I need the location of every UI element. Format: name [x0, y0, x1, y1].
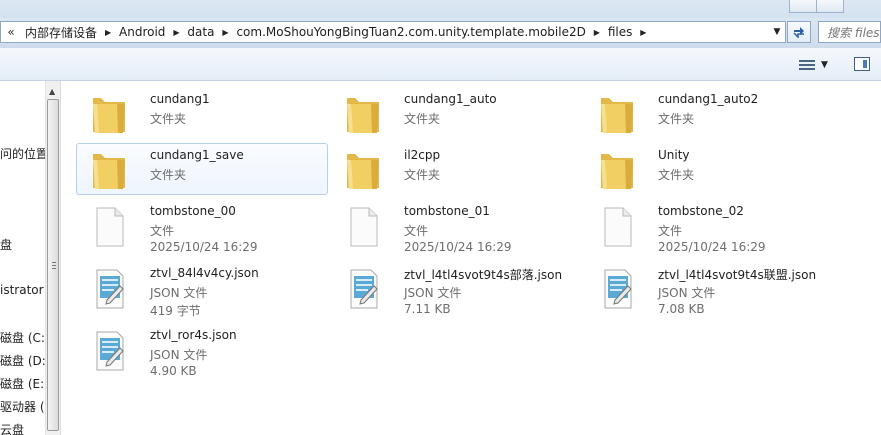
file-type: 文件: [150, 224, 175, 238]
history-chevron-icon[interactable]: «: [1, 25, 21, 39]
file-meta: 7.08 KB: [658, 302, 705, 316]
file-name: tombstone_01: [404, 204, 490, 218]
file-list: cundang1 文件夹 cundang1_auto 文件夹 cundang1_auto…: [61, 81, 881, 435]
file-item[interactable]: Unity 文件夹: [584, 143, 836, 195]
breadcrumb-item[interactable]: com.MoShouYongBingTuan2.com.unity.templa…: [232, 25, 589, 39]
file-item[interactable]: tombstone_00 文件 2025/10/24 16:29: [76, 199, 328, 261]
file-item[interactable]: cundang1_auto 文件夹: [330, 87, 582, 139]
preview-pane-button[interactable]: [854, 57, 870, 71]
blank-file-icon: [595, 204, 639, 248]
json-file-icon: [87, 328, 131, 372]
file-name: cundang1_save: [150, 148, 244, 162]
folder-icon: [87, 92, 131, 136]
file-item[interactable]: ztvl_l4tl4svot9t4s部落.json JSON 文件 7.11 KB: [330, 261, 582, 323]
file-item[interactable]: tombstone_01 文件 2025/10/24 16:29: [330, 199, 582, 261]
breadcrumb-arrow-icon[interactable]: ▶: [636, 28, 650, 37]
file-type: 文件: [658, 224, 683, 238]
file-name: ztvl_l4tl4svot9t4s部落.json: [404, 268, 563, 282]
file-item[interactable]: il2cpp 文件夹: [330, 143, 582, 195]
breadcrumb-item[interactable]: 内部存储设备: [21, 24, 101, 41]
file-type: JSON 文件: [404, 286, 462, 300]
json-file-icon: [341, 266, 385, 310]
blank-file-icon: [341, 204, 385, 248]
file-meta: 2025/10/24 16:29: [150, 240, 258, 254]
address-bar-row: « 内部存储设备 ▶ Android ▶ data ▶ com.MoShouYo…: [0, 18, 881, 48]
file-type: 文件夹: [658, 168, 695, 182]
nav-scrollbar[interactable]: ▲: [45, 81, 61, 435]
file-meta: 419 字节: [150, 304, 201, 318]
file-name: il2cpp: [404, 148, 441, 162]
navigation-pane: 问的位置 盘 istrator 磁盘 (C:) 磁盘 (D:) 磁盘 (E:) …: [0, 81, 45, 435]
nav-item[interactable]: 驱动器 (F: [0, 398, 45, 415]
file-meta: 7.11 KB: [404, 302, 451, 316]
address-bar[interactable]: « 内部存储设备 ▶ Android ▶ data ▶ com.MoShouYo…: [0, 21, 786, 43]
file-name: cundang1_auto: [404, 92, 497, 106]
nav-item[interactable]: istrator: [0, 283, 44, 297]
nav-item[interactable]: 磁盘 (E:): [0, 375, 45, 392]
file-item[interactable]: ztvl_ror4s.json JSON 文件 4.90 KB: [76, 323, 328, 385]
folder-icon: [87, 148, 131, 192]
file-item[interactable]: ztvl_l4tl4svot9t4s联盟.json JSON 文件 7.08 KB: [584, 261, 836, 323]
file-meta: 2025/10/24 16:29: [404, 240, 512, 254]
file-item[interactable]: cundang1 文件夹: [76, 87, 328, 139]
file-meta: 2025/10/24 16:29: [658, 240, 766, 254]
file-item[interactable]: tombstone_02 文件 2025/10/24 16:29: [584, 199, 836, 261]
file-name: ztvl_84l4v4cy.json: [150, 266, 259, 280]
file-name: cundang1_auto2: [658, 92, 759, 106]
file-name: Unity: [658, 148, 690, 162]
refresh-button[interactable]: [787, 21, 811, 43]
nav-item[interactable]: 盘: [0, 236, 12, 253]
file-item[interactable]: ztvl_84l4v4cy.json JSON 文件 419 字节: [76, 261, 328, 323]
file-type: JSON 文件: [150, 286, 208, 300]
nav-item[interactable]: 云盘: [0, 421, 24, 435]
file-name: tombstone_02: [658, 204, 744, 218]
folder-icon: [595, 148, 639, 192]
breadcrumb-item[interactable]: data: [183, 25, 218, 39]
blank-file-icon: [87, 204, 131, 248]
file-type: 文件夹: [404, 168, 441, 182]
file-meta: 4.90 KB: [150, 364, 197, 378]
file-type: 文件: [404, 224, 429, 238]
file-name: ztvl_l4tl4svot9t4s联盟.json: [658, 268, 817, 282]
search-input[interactable]: 搜索 files: [818, 21, 881, 43]
address-dropdown-icon[interactable]: ▼: [769, 22, 785, 42]
json-file-icon: [595, 266, 639, 310]
breadcrumb-arrow-icon[interactable]: ▶: [169, 28, 183, 37]
breadcrumb-arrow-icon[interactable]: ▶: [101, 28, 115, 37]
file-type: 文件夹: [658, 112, 695, 126]
command-bar: ▼: [0, 48, 881, 81]
scroll-up-icon[interactable]: ▲: [49, 87, 55, 96]
window-frame-top: [0, 0, 881, 18]
file-name: cundang1: [150, 92, 210, 106]
file-item[interactable]: cundang1_save 文件夹: [76, 143, 328, 195]
file-type: 文件夹: [150, 112, 187, 126]
file-name: tombstone_00: [150, 204, 236, 218]
file-type: 文件夹: [404, 112, 441, 126]
minimize-button[interactable]: [789, 0, 817, 13]
change-view-button[interactable]: ▼: [799, 57, 837, 73]
nav-item[interactable]: 磁盘 (D:): [0, 352, 45, 369]
file-type: JSON 文件: [150, 348, 208, 362]
view-options-icon: [799, 59, 815, 71]
json-file-icon: [87, 266, 131, 310]
refresh-icon: [793, 27, 804, 38]
breadcrumb-item[interactable]: Android: [115, 25, 169, 39]
file-type: JSON 文件: [658, 286, 716, 300]
file-item[interactable]: cundang1_auto2 文件夹: [584, 87, 836, 139]
breadcrumb-item[interactable]: files: [604, 25, 637, 39]
nav-item[interactable]: 问的位置: [0, 145, 45, 162]
scrollbar-thumb[interactable]: [47, 99, 59, 431]
folder-icon: [341, 148, 385, 192]
folder-icon: [595, 92, 639, 136]
breadcrumb-arrow-icon[interactable]: ▶: [218, 28, 232, 37]
file-name: ztvl_ror4s.json: [150, 328, 237, 342]
file-type: 文件夹: [150, 168, 187, 182]
maximize-button[interactable]: [816, 0, 844, 13]
folder-icon: [341, 92, 385, 136]
chevron-down-icon: ▼: [821, 60, 828, 70]
nav-item[interactable]: 磁盘 (C:): [0, 329, 45, 346]
breadcrumb-arrow-icon[interactable]: ▶: [590, 28, 604, 37]
